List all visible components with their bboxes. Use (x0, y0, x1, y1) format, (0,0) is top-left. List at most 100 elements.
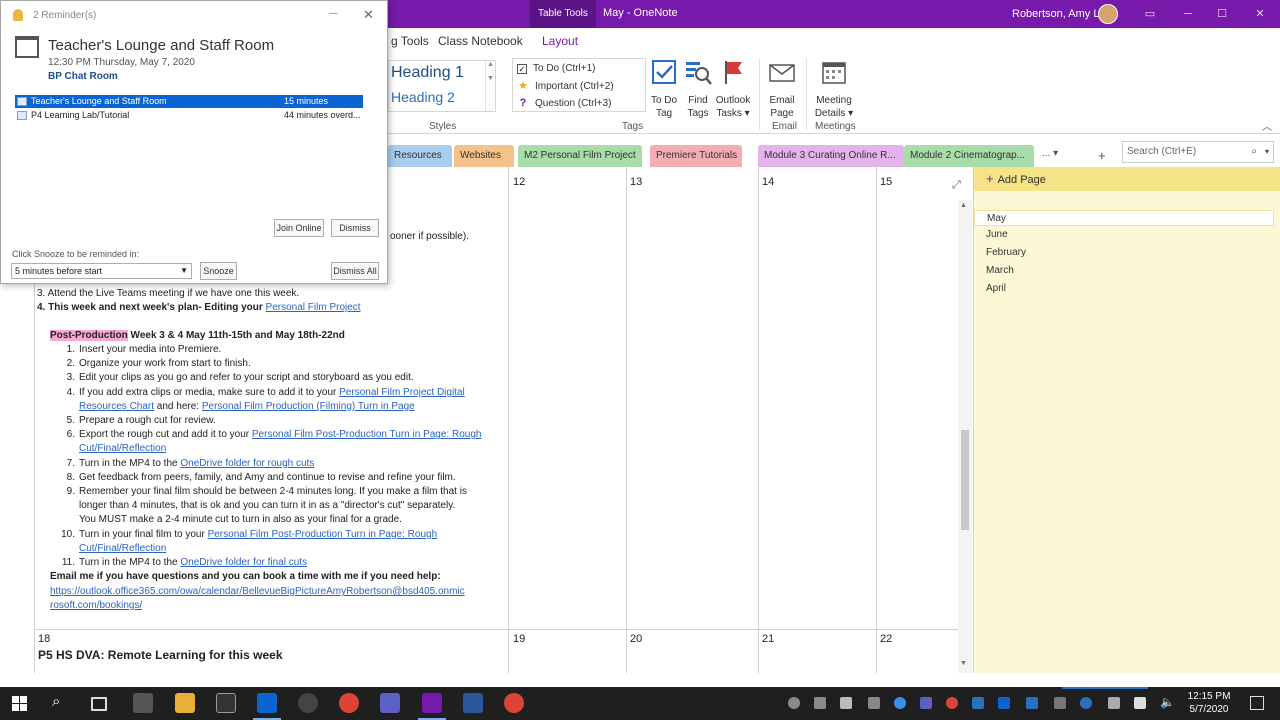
step-link[interactable]: Personal Film Production (Filming) Turn … (202, 401, 415, 412)
style-heading-1[interactable]: Heading 1 (391, 64, 464, 82)
step-link[interactable]: Cut/Final/Reflection (79, 443, 166, 454)
email-page-button[interactable]: Email Page (764, 58, 800, 120)
step-link[interactable]: Personal Film Post-Production Turn in Pa… (208, 529, 438, 540)
collapse-ribbon-icon[interactable]: ︿ (1262, 118, 1272, 133)
add-page-button[interactable]: + Add Page (974, 167, 1280, 191)
ribbon-display-icon[interactable]: ▭ (1144, 8, 1156, 20)
tab-layout[interactable]: Layout (542, 34, 578, 48)
close-icon[interactable]: ✕ (1254, 8, 1266, 20)
section-tab-m2-personal-film-project[interactable]: M2 Personal Film Project (518, 145, 642, 167)
account-name[interactable]: Robertson, Amy L (1012, 8, 1099, 20)
tray-icon[interactable] (788, 697, 800, 709)
styles-scroll[interactable]: ▲ ▼ (485, 61, 495, 111)
tab-drawing-tools[interactable]: g Tools (391, 34, 429, 48)
snooze-select[interactable]: 5 minutes before start ▼ (11, 263, 192, 279)
avatar[interactable] (1098, 4, 1118, 24)
minimize-icon[interactable]: ─ (329, 6, 338, 20)
grid-line (876, 167, 877, 673)
section-tab-websites[interactable]: Websites (454, 145, 514, 167)
step-link[interactable]: Personal Film Post-Production Turn in Pa… (252, 429, 482, 440)
chrome-tray-icon[interactable] (946, 697, 958, 709)
outlook-tasks-button[interactable]: Outlook Tasks ▾ (714, 58, 752, 120)
meeting-details-button[interactable]: Meeting Details ▾ (812, 58, 856, 120)
word-icon[interactable] (463, 693, 483, 713)
personal-film-project-link[interactable]: Personal Film Project (266, 302, 361, 313)
snooze-button[interactable]: Snooze (200, 262, 237, 280)
network-icon[interactable] (1134, 697, 1146, 709)
teams-icon[interactable] (380, 693, 400, 713)
outlook-icon[interactable] (257, 693, 277, 713)
section-tab-resources[interactable]: Resources (388, 145, 452, 167)
dismiss-all-button[interactable]: Dismiss All (331, 262, 379, 280)
more-sections-button[interactable]: ... ▾ (1042, 148, 1058, 159)
dismiss-button[interactable]: Dismiss (331, 219, 379, 237)
tag-todo[interactable]: ✓ To Do (Ctrl+1) (517, 63, 596, 74)
step-link[interactable]: Personal Film Project Digital (339, 387, 465, 398)
system-clock[interactable]: 12:15 PM 5/7/2020 (1185, 690, 1233, 716)
onenote-icon[interactable] (422, 693, 442, 713)
app-icon[interactable] (133, 693, 153, 713)
tray-icon[interactable] (1026, 697, 1038, 709)
page-item-april[interactable]: April (986, 283, 1006, 294)
reminder-title: 2 Reminder(s) (33, 10, 97, 21)
tray-icon[interactable] (868, 697, 880, 709)
scroll-up-icon[interactable]: ▲ (960, 202, 967, 209)
teams-tray-icon[interactable] (920, 697, 932, 709)
maximize-icon[interactable]: ☐ (1216, 8, 1228, 20)
expand-icon[interactable]: ⤢ (952, 179, 961, 192)
day-number: 12 (513, 176, 526, 188)
search-input[interactable]: Search (Ctrl+E) ⌕ ▾ (1122, 141, 1274, 163)
styles-gallery[interactable]: Heading 1 Heading 2 ▲ ▼ (388, 60, 496, 112)
style-heading-2[interactable]: Heading 2 (391, 89, 455, 105)
bluetooth-icon[interactable] (1080, 697, 1092, 709)
page-item-march[interactable]: March (986, 265, 1014, 276)
chrome-icon[interactable] (339, 693, 359, 713)
tag-important[interactable]: ★ Important (Ctrl+2) (517, 80, 614, 92)
tray-icon[interactable] (1054, 697, 1066, 709)
search-icon[interactable]: ⌕ (1251, 142, 1257, 162)
onedrive-icon[interactable] (894, 697, 906, 709)
file-explorer-icon[interactable] (175, 693, 195, 713)
tab-class-notebook[interactable]: Class Notebook (438, 34, 523, 48)
step-link[interactable]: Resources Chart (79, 401, 154, 412)
tray-icon[interactable] (814, 697, 826, 709)
tray-icon[interactable] (840, 697, 852, 709)
section-tab-module-3[interactable]: Module 3 Curating Online R... (758, 145, 904, 167)
outlook-tray-icon[interactable] (998, 697, 1010, 709)
app-icon[interactable] (216, 693, 236, 713)
vertical-scrollbar[interactable]: ▲ ▼ (958, 200, 972, 673)
page-item-june[interactable]: June (986, 229, 1008, 240)
windows-start-icon[interactable] (12, 696, 27, 711)
app-icon[interactable] (298, 693, 318, 713)
chrome-icon[interactable] (504, 693, 524, 713)
tray-icon[interactable] (1108, 697, 1120, 709)
todo-tag-button[interactable]: To Do Tag (649, 58, 679, 120)
list-item[interactable]: P4 Learning Lab/Tutorial 44 minutes over… (15, 109, 363, 122)
tags-gallery[interactable]: ✓ To Do (Ctrl+1) ★ Important (Ctrl+2) ? … (512, 58, 646, 112)
tray-icon[interactable] (972, 697, 984, 709)
list-item[interactable]: Teacher's Lounge and Staff Room 15 minut… (15, 95, 363, 108)
day-number: 20 (630, 633, 643, 645)
step-link[interactable]: OneDrive folder for final cuts (180, 557, 307, 568)
booking-link-cont[interactable]: rosoft.com/bookings/ (50, 600, 142, 611)
step-link[interactable]: OneDrive folder for rough cuts (180, 458, 314, 469)
booking-link[interactable]: https://outlook.office365.com/owa/calend… (50, 586, 465, 597)
scroll-down-icon[interactable]: ▼ (960, 660, 967, 667)
page-item-may[interactable]: May (974, 210, 1274, 226)
search-icon[interactable]: ⌕ (52, 693, 60, 710)
section-tab-module-2[interactable]: Module 2 Cinematograp... (904, 145, 1034, 167)
page-item-february[interactable]: February (986, 247, 1026, 258)
tag-question[interactable]: ? Question (Ctrl+3) (517, 97, 612, 109)
find-tags-button[interactable]: Find Tags (683, 58, 713, 120)
scrollbar-thumb[interactable] (961, 430, 969, 530)
minimize-icon[interactable]: ─ (1182, 8, 1194, 20)
join-online-button[interactable]: Join Online (274, 219, 324, 237)
close-icon[interactable]: ✕ (363, 7, 374, 23)
add-section-button[interactable]: + (1098, 148, 1106, 163)
volume-icon[interactable]: 🔈 (1160, 695, 1175, 709)
notifications-icon[interactable] (1250, 696, 1264, 710)
section-tab-premiere-tutorials[interactable]: Premiere Tutorials (650, 145, 742, 167)
chevron-down-icon[interactable]: ▾ (1265, 142, 1269, 162)
step-link[interactable]: Cut/Final/Reflection (79, 543, 166, 554)
task-view-icon[interactable] (91, 697, 107, 711)
